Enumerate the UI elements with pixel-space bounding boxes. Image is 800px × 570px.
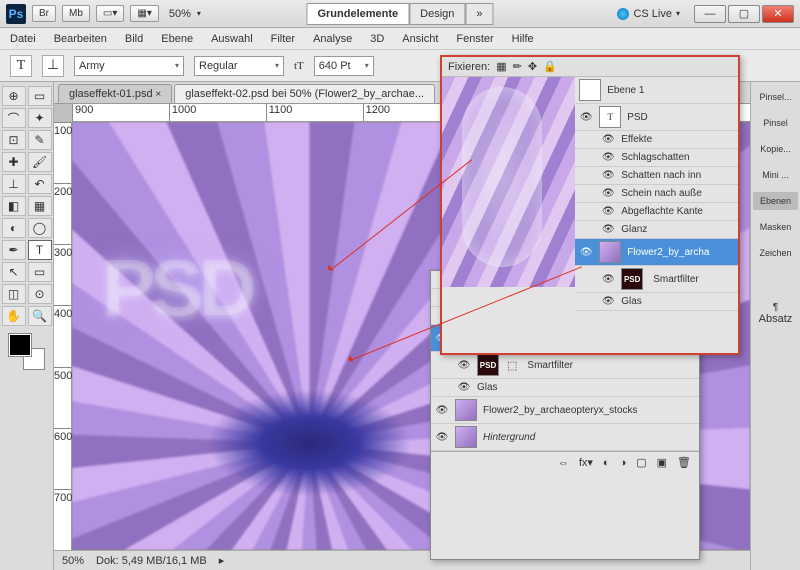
toolbox: ⊕▭ ⌒✦ ⊡✎ ✚🖌 ⊥↶ ◧▦ ◐◯ ✒T ↖▭ ◫⊙ ✋🔍 [0,82,54,570]
lock-all-icon[interactable]: 🔒 [543,60,557,73]
bridge-button[interactable]: Br [32,5,56,22]
lock-pixels-icon[interactable]: ▦ [496,60,506,73]
titlebar: Ps Br Mb ▭▾ ▦▾ 50%▾ Grundelemente Design… [0,0,800,28]
crop-tool[interactable]: ⊡ [2,130,26,150]
workspace-more[interactable]: » [465,3,493,25]
doctab-1[interactable]: glaseffekt-01.psd × [58,84,172,103]
zoom-display[interactable]: 50% [169,8,191,20]
trash-icon[interactable]: 🗑 [677,456,691,469]
panel-absatz[interactable]: ¶ Absatz [753,298,798,329]
workspace-design[interactable]: Design [409,3,465,25]
folder-icon[interactable]: ▢ [636,456,646,469]
menu-hilfe[interactable]: Hilfe [512,33,534,45]
extras-button[interactable]: ▦▾ [130,5,158,22]
wand-tool[interactable]: ✦ [28,108,52,128]
type-tool[interactable]: T [28,240,52,260]
font-style-select[interactable]: Regular▾ [194,56,284,76]
gradient-tool[interactable]: ▦ [28,196,52,216]
panel-kopie[interactable]: Kopie... [753,140,798,158]
menu-bild[interactable]: Bild [125,33,143,45]
history-tool[interactable]: ↶ [28,174,52,194]
layer-flower2[interactable]: 👁Flower2_by_archaeopteryx_stocks [431,397,699,424]
font-family-select[interactable]: Army▾ [74,56,184,76]
current-tool-icon[interactable]: T [10,55,32,77]
workspace-grundelemente[interactable]: Grundelemente [306,3,409,25]
layer-flower-zoom[interactable]: 👁Flower2_by_archa [575,239,738,266]
layers-panel-footer: ⇔ fx▾ ◐ ◑ ▢ ▣ 🗑 [431,451,699,473]
lock-brush-icon[interactable]: ✏ [513,60,522,73]
size-icon: tT [294,60,304,72]
lasso-tool[interactable]: ⌒ [2,108,26,128]
brush-tool[interactable]: 🖌 [28,152,52,172]
glass-text-layer: PSD [102,242,252,334]
path-tool[interactable]: ↖ [2,262,26,282]
status-arrow[interactable]: ▸ [219,554,225,567]
status-zoom[interactable]: 50% [62,555,84,567]
zoom-inset: Fixieren: ▦ ✏ ✥ 🔒 Ebene 1 👁TPSD 👁Effekte… [440,55,740,355]
close-button[interactable]: ✕ [762,5,794,23]
menu-3d[interactable]: 3D [370,33,384,45]
layer-hintergrund[interactable]: 👁Hintergrund [431,424,699,451]
menu-datei[interactable]: Datei [10,33,36,45]
panel-masken[interactable]: Masken [753,218,798,236]
menu-analyse[interactable]: Analyse [313,33,352,45]
shape-tool[interactable]: ▭ [28,262,52,282]
panel-zeichen[interactable]: Zeichen [753,244,798,262]
marquee-tool[interactable]: ▭ [28,86,52,106]
pen-tool[interactable]: ✒ [2,240,26,260]
screen-mode-button[interactable]: ▭▾ [96,5,124,22]
menu-ebene[interactable]: Ebene [161,33,193,45]
eraser-tool[interactable]: ◧ [2,196,26,216]
stamp-tool[interactable]: ⊥ [2,174,26,194]
heal-tool[interactable]: ✚ [2,152,26,172]
doctab-2[interactable]: glaseffekt-02.psd bei 50% (Flower2_by_ar… [174,84,435,103]
eyedropper-tool[interactable]: ✎ [28,130,52,150]
dodge-tool[interactable]: ◯ [28,218,52,238]
minibridge-button[interactable]: Mb [62,5,90,22]
maximize-button[interactable]: ▢ [728,5,760,23]
3d-tool[interactable]: ◫ [2,284,26,304]
menu-fenster[interactable]: Fenster [456,33,493,45]
status-docsize[interactable]: Dok: 5,49 MB/16,1 MB [96,555,207,567]
lock-bar: Fixieren: ▦ ✏ ✥ 🔒 [442,57,738,77]
adjust-icon[interactable]: ◑ [620,457,627,469]
panel-mini[interactable]: Mini ... [753,166,798,184]
menu-ansicht[interactable]: Ansicht [402,33,438,45]
photoshop-icon: Ps [6,4,26,24]
layer-psd-text[interactable]: 👁TPSD [575,104,738,131]
new-icon[interactable]: ▣ [657,456,667,469]
font-size-select[interactable]: 640 Pt▾ [314,56,374,76]
panel-ebenen[interactable]: Ebenen [753,192,798,210]
menu-filter[interactable]: Filter [271,33,295,45]
panel-pinsel[interactable]: Pinsel [753,114,798,132]
move-tool[interactable]: ⊕ [2,86,26,106]
color-swatch[interactable] [9,334,45,370]
fx-icon[interactable]: fx▾ [579,456,593,469]
ruler-vertical[interactable]: 100200300400500600700 [54,122,72,550]
lock-move-icon[interactable]: ✥ [528,60,537,73]
orientation-button[interactable]: ⊥ [42,55,64,77]
zoom-tool[interactable]: 🔍 [28,306,52,326]
cslive-icon [617,8,629,20]
link-icon[interactable]: ⇔ [558,457,569,469]
minimize-button[interactable]: ― [694,5,726,23]
blur-tool[interactable]: ◐ [2,218,26,238]
menu-bearbeiten[interactable]: Bearbeiten [54,33,107,45]
layer-ebene1[interactable]: Ebene 1 [575,77,738,104]
camera-tool[interactable]: ⊙ [28,284,52,304]
mask-icon[interactable]: ◐ [603,457,610,469]
smartfilter-row[interactable]: 👁PSD⬚Smartfilter [431,352,699,379]
menubar: Datei Bearbeiten Bild Ebene Auswahl Filt… [0,28,800,50]
panel-dock: Pinsel... Pinsel Kopie... Mini ... Ebene… [750,82,800,570]
hand-tool[interactable]: ✋ [2,306,26,326]
cslive-button[interactable]: CS Live▾ [617,8,680,20]
menu-auswahl[interactable]: Auswahl [211,33,253,45]
panel-pinsel-preset[interactable]: Pinsel... [753,88,798,106]
